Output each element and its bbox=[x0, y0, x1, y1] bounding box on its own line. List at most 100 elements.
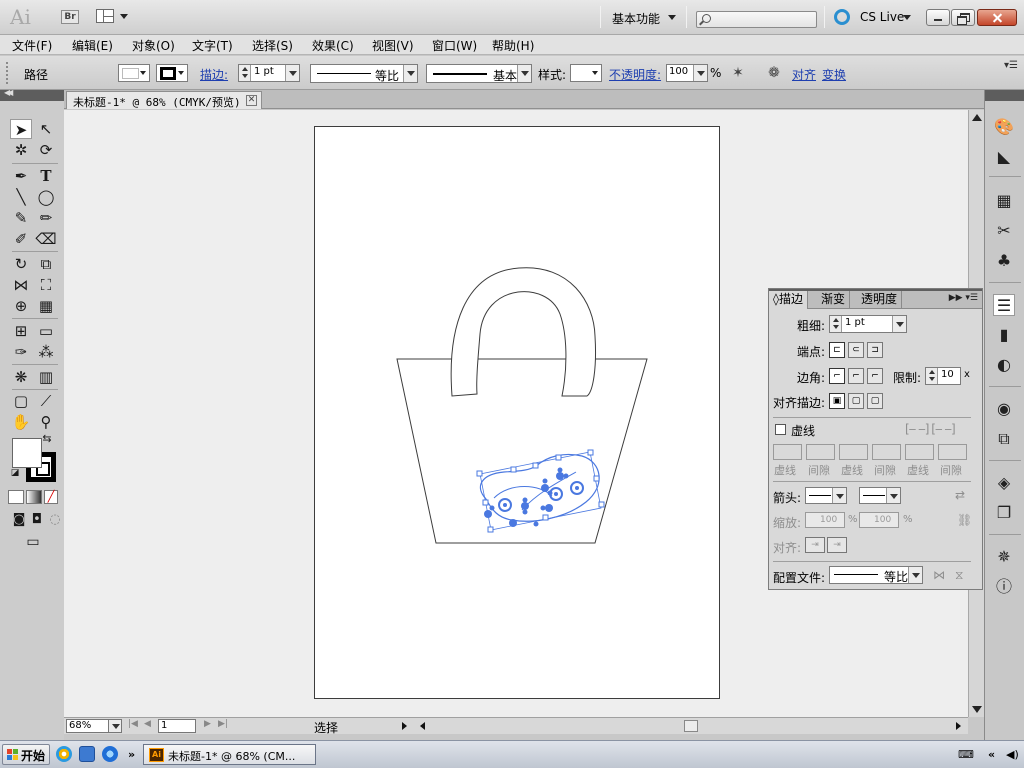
eraser-tool-icon[interactable]: ⌫ bbox=[35, 229, 57, 249]
mesh-tool-icon[interactable]: ⊞ bbox=[10, 321, 32, 341]
type-tool-icon[interactable]: T bbox=[35, 166, 57, 186]
artboards-panel-icon[interactable]: ❐ bbox=[993, 502, 1015, 524]
variable-width-profile-dropdown[interactable]: 等比 bbox=[310, 64, 418, 83]
symbols-panel-icon[interactable]: ♣ bbox=[993, 250, 1015, 272]
arrange-documents-button[interactable] bbox=[96, 9, 130, 25]
close-window-button[interactable] bbox=[977, 9, 1017, 26]
gradient-mode-icon[interactable] bbox=[26, 490, 42, 504]
menu-edit[interactable]: 编辑(E) bbox=[72, 37, 113, 54]
stroke-panel-icon[interactable]: ☰ bbox=[993, 294, 1015, 316]
swap-fill-stroke-icon[interactable]: ⇆ bbox=[40, 432, 54, 446]
menu-effect[interactable]: 效果(C) bbox=[312, 37, 354, 54]
flip-across-icon[interactable]: ⋈ bbox=[933, 568, 945, 582]
spinner-arrows-icon[interactable] bbox=[239, 65, 251, 81]
start-scale-input[interactable]: 100 bbox=[805, 512, 845, 528]
tab-transparency[interactable]: 透明度 bbox=[857, 291, 903, 309]
chevron-down-icon[interactable] bbox=[892, 316, 906, 332]
gap-input-2[interactable] bbox=[872, 444, 901, 460]
previous-artboard-icon[interactable]: ◀ bbox=[144, 719, 151, 729]
menu-file[interactable]: 文件(F) bbox=[12, 37, 52, 54]
tray-expand-icon[interactable]: « bbox=[988, 748, 995, 761]
expand-panels-icon[interactable] bbox=[985, 90, 1024, 101]
screen-mode-icon[interactable]: ▭ bbox=[22, 532, 44, 552]
align-inside-stroke-icon[interactable]: ▢ bbox=[848, 393, 864, 409]
transparency-panel-icon[interactable]: ◐ bbox=[993, 354, 1015, 376]
projecting-cap-icon[interactable]: ⊐ bbox=[867, 342, 883, 358]
next-artboard-icon[interactable]: ▶ bbox=[204, 719, 211, 729]
start-arrowhead-dropdown[interactable] bbox=[805, 487, 847, 504]
scroll-down-icon[interactable] bbox=[972, 706, 982, 713]
first-artboard-icon[interactable]: |◀ bbox=[128, 719, 138, 729]
stroke-panel-link[interactable]: 描边: bbox=[200, 66, 228, 83]
round-cap-icon[interactable]: ⊂ bbox=[848, 342, 864, 358]
last-artboard-icon[interactable]: ▶| bbox=[218, 719, 228, 729]
horizontal-scroll-thumb[interactable] bbox=[684, 720, 698, 732]
gradient-panel-icon[interactable]: ▮ bbox=[993, 324, 1015, 346]
panel-menu-icon[interactable]: ▶▶ ▾☰ bbox=[949, 293, 978, 303]
width-profile-dropdown[interactable]: 等比 bbox=[829, 566, 923, 584]
paintbrush-tool-icon[interactable]: ✎ bbox=[10, 208, 32, 228]
free-transform-tool-icon[interactable]: ⛶ bbox=[35, 275, 57, 295]
dash-input-1[interactable] bbox=[773, 444, 802, 460]
show-desktop-icon[interactable] bbox=[79, 746, 95, 762]
rotate-tool-icon[interactable]: ↻ bbox=[10, 254, 32, 274]
navigator-panel-icon[interactable]: ✵ bbox=[993, 546, 1015, 568]
lasso-tool-icon[interactable]: ⟳ bbox=[35, 140, 57, 160]
scroll-right-icon[interactable] bbox=[956, 722, 961, 730]
keyboard-icon[interactable]: ⌨ bbox=[958, 748, 974, 761]
chevron-right-icon[interactable] bbox=[402, 722, 407, 730]
dash-align-icon[interactable]: [‒ ‒] [‒ ‒] bbox=[905, 422, 956, 436]
scroll-up-icon[interactable] bbox=[972, 114, 982, 121]
menu-type[interactable]: 文字(T) bbox=[192, 37, 233, 54]
slice-tool-icon[interactable]: ⟋ bbox=[35, 391, 57, 411]
graphic-style-dropdown[interactable] bbox=[570, 64, 602, 82]
flip-along-icon[interactable]: ⧖ bbox=[955, 568, 963, 583]
minimize-button[interactable] bbox=[926, 9, 950, 26]
chevron-right-icon[interactable] bbox=[693, 65, 707, 81]
dash-input-2[interactable] bbox=[839, 444, 868, 460]
eyedropper-tool-icon[interactable]: ✑ bbox=[10, 342, 32, 362]
line-tool-icon[interactable]: ╲ bbox=[10, 187, 32, 207]
scale-tool-icon[interactable]: ⧉ bbox=[35, 254, 57, 274]
menu-view[interactable]: 视图(V) bbox=[372, 37, 414, 54]
menu-object[interactable]: 对象(O) bbox=[132, 37, 175, 54]
link-scale-icon[interactable]: ⛓ bbox=[957, 513, 972, 527]
gap-input-3[interactable] bbox=[938, 444, 967, 460]
stroke-color-dropdown[interactable] bbox=[156, 64, 188, 82]
bevel-join-icon[interactable]: ⌐ bbox=[867, 368, 883, 384]
scroll-left-icon[interactable] bbox=[420, 722, 425, 730]
perspective-grid-tool-icon[interactable]: ▦ bbox=[35, 296, 57, 316]
bag-body[interactable] bbox=[396, 358, 648, 544]
appearance-panel-icon[interactable]: ◉ bbox=[993, 398, 1015, 420]
graphic-styles-panel-icon[interactable]: ⧉ bbox=[993, 428, 1015, 450]
width-tool-icon[interactable]: ⋈ bbox=[10, 275, 32, 295]
close-icon[interactable]: ✕ bbox=[246, 95, 257, 106]
column-graph-tool-icon[interactable]: ▥ bbox=[35, 367, 57, 387]
info-panel-icon[interactable]: ⓘ bbox=[993, 576, 1015, 598]
brush-definition-dropdown[interactable]: 基本 bbox=[426, 64, 532, 83]
gap-input-1[interactable] bbox=[806, 444, 835, 460]
spinner-arrows-icon[interactable] bbox=[830, 316, 842, 332]
ellipse-tool-icon[interactable]: ◯ bbox=[35, 187, 57, 207]
panel-menu-icon[interactable]: ▾☰ bbox=[1004, 60, 1018, 71]
color-panel-icon[interactable]: 🎨 bbox=[993, 116, 1015, 138]
round-join-icon[interactable]: ⌐ bbox=[848, 368, 864, 384]
volume-icon[interactable]: ◀) bbox=[1006, 748, 1019, 761]
quick-launch-more[interactable]: » bbox=[128, 748, 135, 761]
menu-select[interactable]: 选择(S) bbox=[252, 37, 293, 54]
workspace-switcher[interactable]: 基本功能 bbox=[612, 10, 676, 27]
align-panel-link[interactable]: 对齐 bbox=[792, 66, 816, 83]
symbol-sprayer-tool-icon[interactable]: ❋ bbox=[10, 367, 32, 387]
direct-selection-tool-icon[interactable]: ↖ bbox=[35, 119, 57, 139]
internet-explorer-icon[interactable] bbox=[102, 746, 118, 762]
default-fill-stroke-icon[interactable]: ◪ bbox=[8, 466, 22, 480]
transform-panel-link[interactable]: 变换 bbox=[822, 66, 846, 83]
chevron-down-icon[interactable] bbox=[285, 65, 299, 81]
blend-tool-icon[interactable]: ⁂ bbox=[35, 342, 57, 362]
hand-tool-icon[interactable]: ✋ bbox=[10, 412, 32, 432]
draw-inside-icon[interactable]: ◌ bbox=[44, 510, 66, 530]
menu-help[interactable]: 帮助(H) bbox=[492, 37, 534, 54]
recolor-artwork-icon[interactable]: ❁ bbox=[764, 65, 784, 81]
menu-window[interactable]: 窗口(W) bbox=[432, 37, 477, 54]
restore-button[interactable] bbox=[951, 9, 975, 26]
